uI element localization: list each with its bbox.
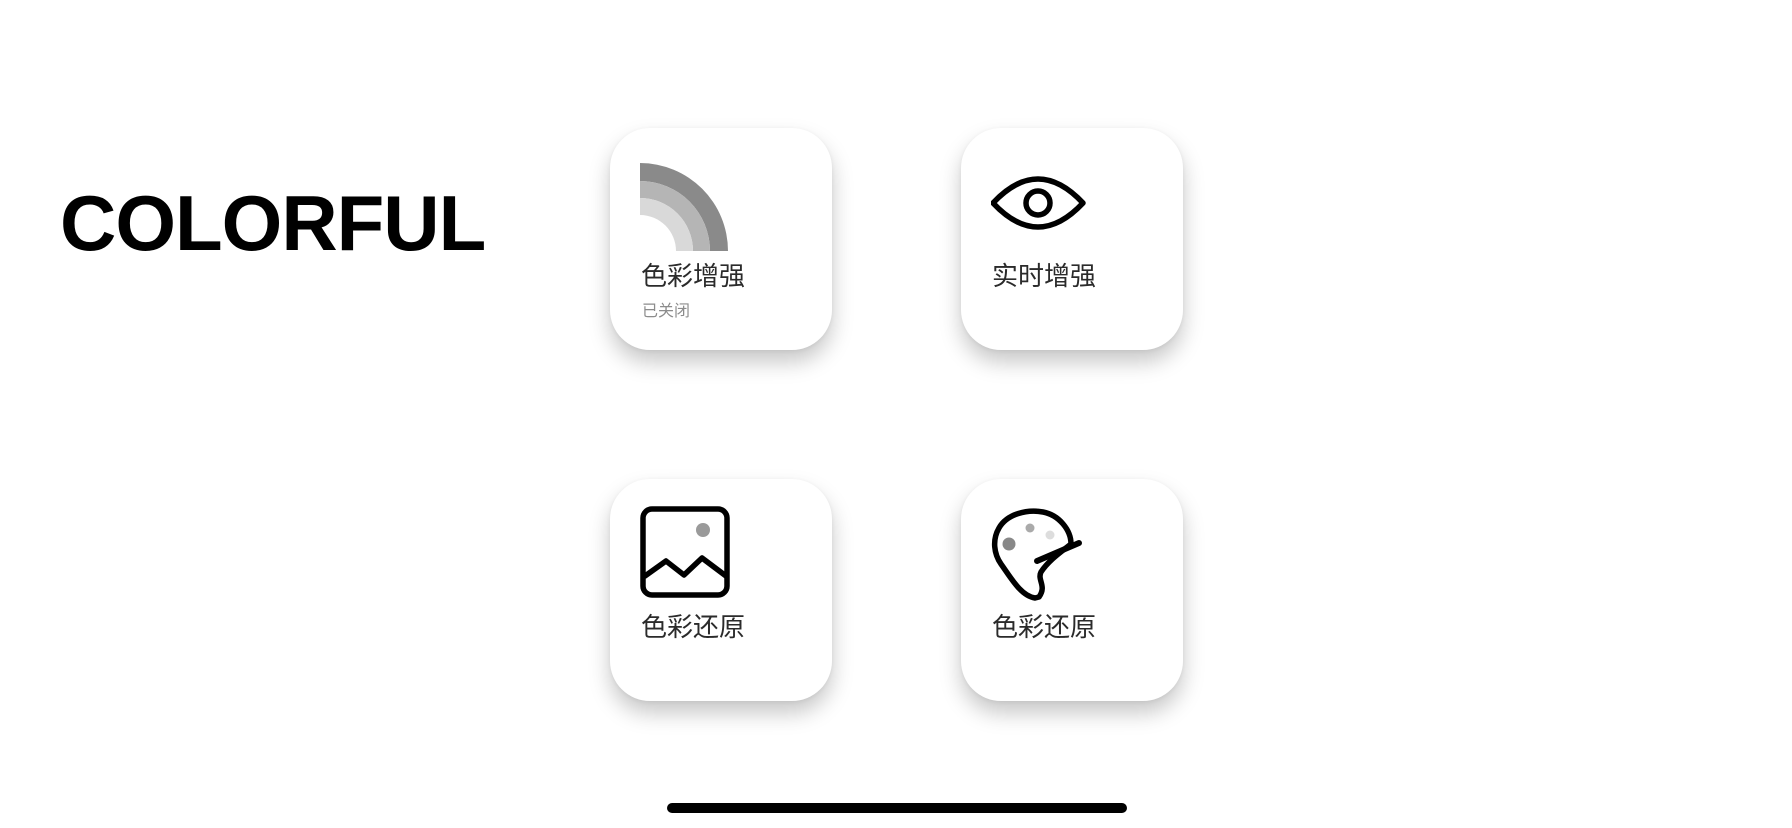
rainbow-icon bbox=[640, 163, 728, 251]
color-enhance-label: 色彩增强 bbox=[641, 262, 746, 292]
color-restore-palette-tile[interactable]: 色彩还原 bbox=[961, 479, 1183, 701]
image-icon bbox=[640, 506, 730, 598]
realtime-enhance-tile[interactable]: 实时增强 bbox=[961, 128, 1183, 350]
color-enhance-tile[interactable]: 色彩增强 已关闭 bbox=[610, 128, 832, 350]
feature-grid: 色彩增强 已关闭 实时增强 色彩还原 色彩还原 bbox=[0, 0, 1792, 828]
color-restore-palette-label: 色彩还原 bbox=[992, 613, 1097, 643]
home-indicator[interactable] bbox=[667, 803, 1127, 813]
palette-icon bbox=[991, 508, 1082, 601]
realtime-enhance-label: 实时增强 bbox=[992, 262, 1097, 292]
color-restore-image-label: 色彩还原 bbox=[641, 613, 746, 643]
eye-icon bbox=[991, 176, 1086, 230]
color-enhance-status: 已关闭 bbox=[642, 301, 691, 320]
color-restore-image-tile[interactable]: 色彩还原 bbox=[610, 479, 832, 701]
